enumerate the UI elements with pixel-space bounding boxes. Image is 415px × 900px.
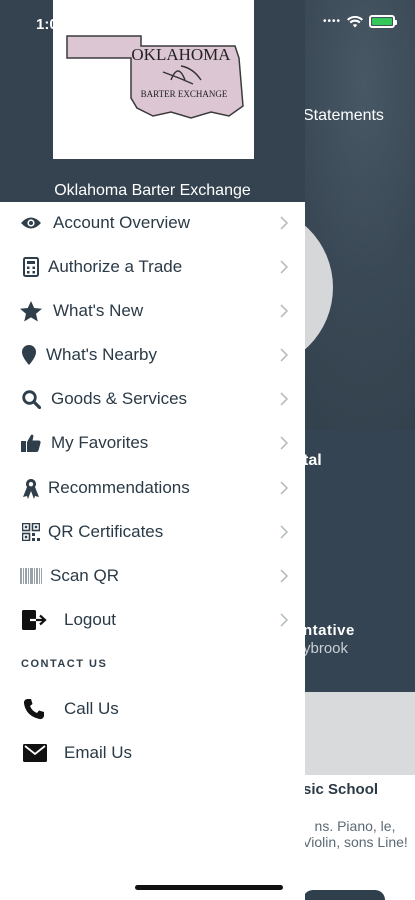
chevron-right-icon [280, 481, 289, 495]
chevron-right-icon [280, 613, 289, 627]
contact-item-call-us[interactable]: Call Us [0, 687, 305, 731]
background-card-description: ns. Piano, le, Violin, sons Line! [302, 818, 408, 850]
menu-item-scan-qr[interactable]: Scan QR [0, 554, 305, 598]
navigation-drawer: 1:0 OKLAHOMA BARTER EXCHANGE Oklahoma Ba… [0, 0, 305, 900]
signal-icon: •••• [322, 16, 341, 27]
menu-item-goods-services[interactable]: Goods & Services [0, 377, 305, 421]
menu-item-logout[interactable]: Logout [0, 598, 305, 642]
menu-item-label: Recommendations [48, 478, 190, 497]
chevron-right-icon [280, 260, 289, 274]
wifi-icon [347, 15, 363, 27]
contact-us-section-label: CONTACT US [21, 658, 108, 670]
search-icon [20, 388, 42, 410]
ribbon-icon [20, 477, 42, 499]
background-partial-name: ybrook [303, 640, 349, 657]
map-pin-icon [18, 344, 40, 366]
background-partial-role: ntative [303, 622, 355, 639]
envelope-icon [23, 742, 47, 764]
menu-item-label: My Favorites [51, 433, 149, 452]
drawer-header: 1:0 OKLAHOMA BARTER EXCHANGE Oklahoma Ba… [0, 0, 305, 202]
phone-icon [23, 698, 45, 720]
svg-text:OKLAHOMA: OKLAHOMA [131, 45, 231, 64]
background-card-title: sic School [303, 781, 379, 798]
chevron-right-icon [280, 392, 289, 406]
contact-item-label: Email Us [64, 743, 133, 762]
menu-item-authorize-trade[interactable]: Authorize a Trade [0, 245, 305, 289]
chevron-right-icon [280, 304, 289, 318]
chevron-right-icon [280, 348, 289, 362]
calculator-icon [20, 256, 42, 278]
chevron-right-icon [280, 216, 289, 230]
chevron-right-icon [280, 569, 289, 583]
star-icon [20, 300, 42, 322]
menu-item-label: QR Certificates [48, 522, 164, 541]
barcode-icon [20, 565, 42, 587]
background-card-button[interactable] [303, 890, 385, 900]
menu-item-my-favorites[interactable]: My Favorites [0, 421, 305, 465]
status-bar-indicators: •••• [322, 15, 397, 28]
contact-item-label: Call Us [64, 699, 119, 718]
menu-item-label: What's Nearby [46, 345, 157, 364]
chevron-right-icon [280, 525, 289, 539]
menu-item-label: Goods & Services [51, 389, 188, 408]
menu-item-label: Authorize a Trade [48, 257, 183, 276]
chevron-right-icon [280, 436, 289, 450]
menu-item-account-overview[interactable]: Account Overview [0, 201, 305, 245]
menu-item-label: Logout [64, 610, 116, 629]
drawer-title: Oklahoma Barter Exchange [54, 182, 251, 199]
battery-icon [369, 15, 397, 28]
svg-text:BARTER EXCHANGE: BARTER EXCHANGE [141, 89, 228, 99]
contact-item-email-us[interactable]: Email Us [0, 731, 305, 775]
menu-item-label: Scan QR [50, 566, 119, 585]
menu-item-label: Account Overview [53, 213, 190, 232]
menu-item-label: What's New [53, 301, 144, 320]
home-indicator[interactable] [135, 885, 283, 890]
thumbs-up-icon [20, 432, 42, 454]
menu-item-whats-nearby[interactable]: What's Nearby [0, 333, 305, 377]
background-partial-heading: tal [303, 452, 322, 469]
eye-icon [20, 212, 42, 234]
qr-code-icon [20, 521, 42, 543]
statements-tab[interactable]: Statements [303, 107, 384, 125]
menu-item-recommendations[interactable]: Recommendations [0, 466, 305, 510]
logout-icon [22, 609, 48, 631]
menu-item-qr-certificates[interactable]: QR Certificates [0, 510, 305, 554]
menu-item-whats-new[interactable]: What's New [0, 289, 305, 333]
oklahoma-barter-exchange-logo: OKLAHOMA BARTER EXCHANGE [53, 0, 254, 159]
